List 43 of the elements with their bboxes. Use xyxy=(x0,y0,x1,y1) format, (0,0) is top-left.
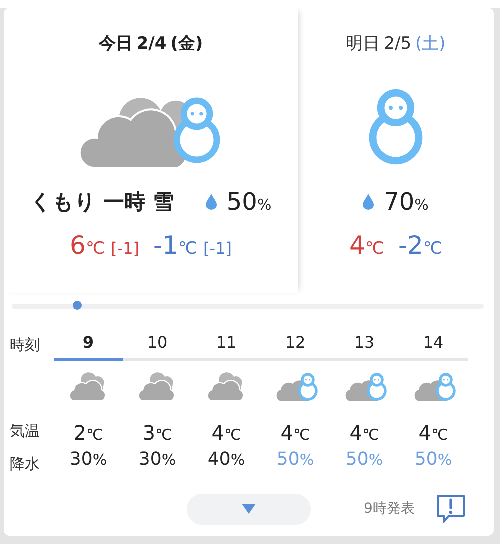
precipitation-cell: 30% xyxy=(70,449,108,470)
day-panel[interactable]: 今日 2/4 (金) くもり 一時 雪 50% 6℃ [-1] -1℃ [-1] xyxy=(4,8,298,293)
row-label: 気温 xyxy=(9,420,41,442)
scroll-track[interactable] xyxy=(12,304,484,309)
day-weekday: (土) xyxy=(416,33,446,55)
caret-icon xyxy=(242,504,256,514)
hour-tab[interactable]: 13 xyxy=(330,329,399,361)
day-label: 明日 xyxy=(346,33,380,55)
high-temperature: 6℃ [-1] xyxy=(70,231,140,260)
row-label: 時刻 xyxy=(9,334,41,356)
temperature-cell: 2℃ xyxy=(74,421,104,445)
temperature-cell: 4℃ xyxy=(350,421,380,445)
precipitation-chance: 50% xyxy=(226,188,272,216)
precipitation-cell: 50% xyxy=(276,449,314,470)
scroll-thumb[interactable] xyxy=(73,301,82,310)
precipitation-cell: 50% xyxy=(414,449,452,470)
raindrop-icon xyxy=(363,194,374,210)
temperature-cell: 4℃ xyxy=(418,421,448,445)
issued-time: 9時発表 xyxy=(364,500,415,518)
temperature-cell: 4℃ xyxy=(280,421,310,445)
precipitation-cell: 30% xyxy=(138,449,176,470)
weather-text: くもり 一時 雪 xyxy=(30,189,174,216)
hour-tab[interactable]: 9 xyxy=(54,329,123,361)
precipitation-chance: 70% xyxy=(384,188,429,216)
raindrop-icon xyxy=(206,194,217,210)
hour-tab[interactable]: 14 xyxy=(399,329,468,361)
day-weekday: (金) xyxy=(170,33,204,55)
hour-tab[interactable]: 10 xyxy=(123,329,192,361)
hour-tab[interactable]: 11 xyxy=(192,329,261,361)
low-temperature: -2℃ xyxy=(398,231,443,260)
day-date: 2/5 xyxy=(384,34,412,54)
row-label: 降水 xyxy=(9,454,41,474)
feedback-icon[interactable] xyxy=(434,493,467,525)
precipitation-cell: 40% xyxy=(208,449,246,470)
temperature-cell: 3℃ xyxy=(142,421,172,445)
temperature-cell: 4℃ xyxy=(212,421,242,445)
high-temperature: 4℃ xyxy=(349,231,384,260)
low-temperature: -1℃ [-1] xyxy=(153,231,232,260)
day-date: 2/4 xyxy=(136,34,167,54)
precipitation-cell: 50% xyxy=(346,449,384,470)
hour-tab[interactable]: 12 xyxy=(261,329,330,361)
day-label: 今日 xyxy=(98,33,133,55)
day-panel[interactable]: 明日 2/5 (土) 70% 4℃ -2℃ xyxy=(298,8,494,293)
